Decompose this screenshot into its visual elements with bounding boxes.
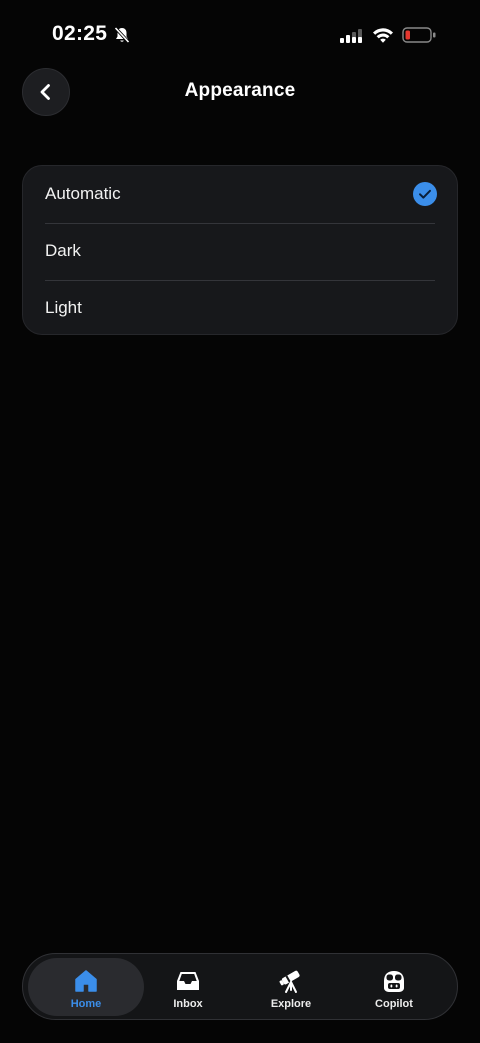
tab-explore[interactable]: Explore: [241, 958, 341, 1016]
option-label: Automatic: [45, 184, 121, 203]
copilot-icon: [384, 971, 404, 992]
telescope-icon: [279, 970, 300, 993]
page-title: Appearance: [184, 80, 296, 101]
home-icon: [75, 970, 97, 992]
tab-inbox[interactable]: Inbox: [138, 958, 238, 1016]
tab-label: Home: [70, 998, 102, 1010]
checkmark-circle-icon: [413, 182, 437, 206]
option-light[interactable]: Light: [23, 280, 457, 334]
tab-copilot[interactable]: Copilot: [344, 958, 444, 1016]
option-automatic[interactable]: Automatic: [23, 166, 457, 223]
option-dark[interactable]: Dark: [23, 223, 457, 280]
inbox-icon: [177, 972, 199, 990]
bell-slash-icon: [114, 26, 130, 44]
tab-label: Copilot: [375, 998, 413, 1010]
status-time: 02:25: [52, 22, 108, 45]
option-label: Light: [45, 298, 82, 317]
bottom-tab-bar: Home Inbox Explore Copilot: [22, 953, 458, 1020]
appearance-options-list: Automatic Dark Light: [22, 165, 458, 335]
status-bar: 02:25: [0, 0, 480, 70]
tab-label: Inbox: [173, 998, 203, 1010]
tab-label: Explore: [270, 998, 312, 1010]
option-label: Dark: [45, 241, 81, 260]
cellular-signal-icon: [340, 29, 362, 43]
wifi-icon: [373, 28, 393, 43]
tab-home[interactable]: Home: [28, 958, 144, 1016]
battery-low-icon: [402, 27, 436, 43]
